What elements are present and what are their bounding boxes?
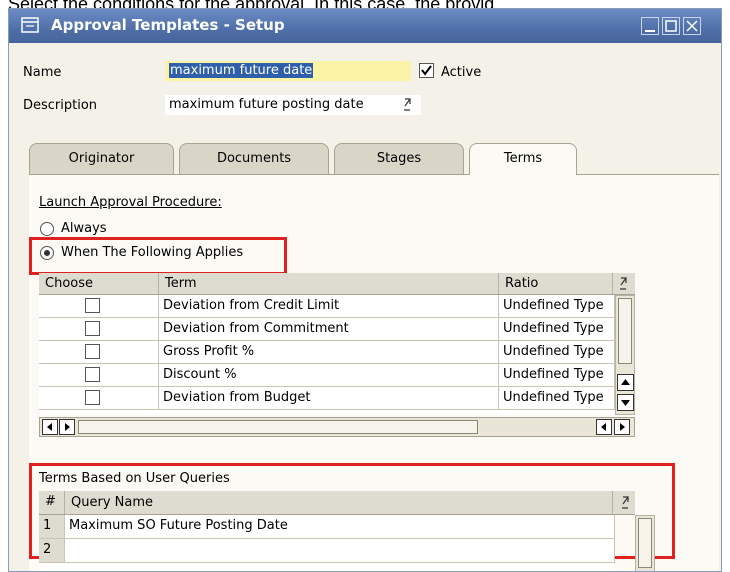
tab-originator[interactable]: Originator xyxy=(29,143,174,175)
row-number-cell: 1 xyxy=(39,515,65,538)
tab-stages-label: Stages xyxy=(376,151,422,166)
ratio-cell: Undefined Type xyxy=(499,387,615,410)
window-title: Approval Templates - Setup xyxy=(51,16,285,34)
approval-templates-window: Approval Templates - Setup Name maximum … xyxy=(8,8,722,572)
description-input[interactable]: maximum future posting date xyxy=(165,95,421,115)
scroll-left-icon xyxy=(47,423,52,431)
choose-cell xyxy=(39,295,159,318)
highlight-when-applies xyxy=(29,237,287,275)
table-row[interactable]: Deviation from Budget Undefined Type xyxy=(39,387,615,410)
scroll-down-button[interactable] xyxy=(617,394,634,411)
tab-stages[interactable]: Stages xyxy=(334,143,464,175)
user-queries-grid: 1 Maximum SO Future Posting Date 2 xyxy=(39,515,615,571)
name-input[interactable]: maximum future date xyxy=(165,61,411,81)
term-cell: Discount % xyxy=(159,364,499,387)
active-label: Active xyxy=(441,65,482,80)
query-name-cell[interactable] xyxy=(65,539,615,562)
term-cell: Gross Profit % xyxy=(159,341,499,364)
link-arrow-icon xyxy=(622,496,629,509)
table-row[interactable]: Deviation from Commitment Undefined Type xyxy=(39,318,615,341)
radio-always[interactable] xyxy=(40,222,54,236)
choose-checkbox[interactable] xyxy=(85,390,100,405)
header-query-name[interactable]: Query Name xyxy=(65,491,613,514)
link-arrow-icon xyxy=(404,98,411,111)
tab-strip: Originator Documents Stages Terms xyxy=(29,143,719,175)
choose-checkbox[interactable] xyxy=(85,298,100,313)
horizontal-scroll-thumb[interactable] xyxy=(78,420,478,434)
user-queries-vertical-scrollbar[interactable] xyxy=(635,515,655,571)
choose-checkbox[interactable] xyxy=(85,344,100,359)
tab-documents-label: Documents xyxy=(216,151,292,166)
terms-horizontal-scrollbar[interactable] xyxy=(39,417,635,437)
scroll-up-button[interactable] xyxy=(617,374,634,391)
table-row[interactable]: 1 Maximum SO Future Posting Date xyxy=(39,515,615,539)
scroll-down-icon xyxy=(621,400,630,406)
user-queries-grid-header: # Query Name xyxy=(39,491,635,515)
name-value: maximum future date xyxy=(169,63,314,78)
table-row[interactable]: Discount % Undefined Type xyxy=(39,364,615,387)
ratio-cell: Undefined Type xyxy=(499,341,615,364)
choose-cell xyxy=(39,341,159,364)
tab-originator-label: Originator xyxy=(68,151,135,166)
header-term[interactable]: Term xyxy=(159,273,499,294)
tab-documents[interactable]: Documents xyxy=(179,143,329,175)
radio-always-label: Always xyxy=(61,221,107,236)
window-titlebar[interactable]: Approval Templates - Setup xyxy=(9,9,721,43)
choose-checkbox[interactable] xyxy=(85,367,100,382)
close-button[interactable] xyxy=(683,17,701,35)
description-value: maximum future posting date xyxy=(169,97,364,112)
window-icon xyxy=(21,17,39,33)
header-ratio[interactable]: Ratio xyxy=(499,273,613,294)
scroll-right-icon xyxy=(65,423,70,431)
scroll-left-button[interactable] xyxy=(42,419,58,435)
choose-cell xyxy=(39,387,159,410)
terms-vertical-scrollbar[interactable] xyxy=(615,295,635,415)
header-choose[interactable]: Choose xyxy=(39,273,159,294)
close-icon xyxy=(686,20,698,32)
link-arrow-icon xyxy=(620,277,627,290)
query-name-cell[interactable]: Maximum SO Future Posting Date xyxy=(65,515,615,538)
table-row[interactable]: Deviation from Credit Limit Undefined Ty… xyxy=(39,295,615,318)
active-checkbox[interactable] xyxy=(419,63,434,78)
scroll-left-icon xyxy=(601,423,606,431)
scroll-left-button-right[interactable] xyxy=(596,419,612,435)
name-label: Name xyxy=(23,65,62,80)
minimize-button[interactable] xyxy=(641,17,659,35)
table-row[interactable]: Gross Profit % Undefined Type xyxy=(39,341,615,364)
minimize-icon xyxy=(645,30,655,32)
tab-terms[interactable]: Terms xyxy=(469,143,577,175)
table-row[interactable]: 2 xyxy=(39,539,615,563)
maximize-icon xyxy=(665,20,677,32)
maximize-button[interactable] xyxy=(662,17,680,35)
checkmark-icon xyxy=(421,65,432,76)
term-cell: Deviation from Budget xyxy=(159,387,499,410)
launch-label: Launch Approval Procedure: xyxy=(39,195,222,210)
term-cell: Deviation from Credit Limit xyxy=(159,295,499,318)
tab-terms-label: Terms xyxy=(503,151,543,166)
terms-grid-header: Choose Term Ratio xyxy=(39,273,635,295)
user-queries-scroll-thumb[interactable] xyxy=(638,518,652,568)
description-label: Description xyxy=(23,98,98,113)
choose-cell xyxy=(39,364,159,387)
scroll-right-icon xyxy=(620,423,625,431)
scroll-right-button-right[interactable] xyxy=(614,419,630,435)
row-number-cell: 2 xyxy=(39,539,65,562)
scroll-up-icon xyxy=(621,379,630,385)
ratio-cell: Undefined Type xyxy=(499,295,615,318)
user-queries-label: Terms Based on User Queries xyxy=(39,471,230,486)
term-cell: Deviation from Commitment xyxy=(159,318,499,341)
scroll-right-button[interactable] xyxy=(59,419,75,435)
terms-scroll-thumb[interactable] xyxy=(618,298,632,364)
header-number[interactable]: # xyxy=(39,491,65,514)
terms-grid: Deviation from Credit Limit Undefined Ty… xyxy=(39,295,615,415)
ratio-cell: Undefined Type xyxy=(499,318,615,341)
terms-panel: Launch Approval Procedure: Always When T… xyxy=(29,174,719,571)
ratio-cell: Undefined Type xyxy=(499,364,615,387)
choose-cell xyxy=(39,318,159,341)
choose-checkbox[interactable] xyxy=(85,321,100,336)
